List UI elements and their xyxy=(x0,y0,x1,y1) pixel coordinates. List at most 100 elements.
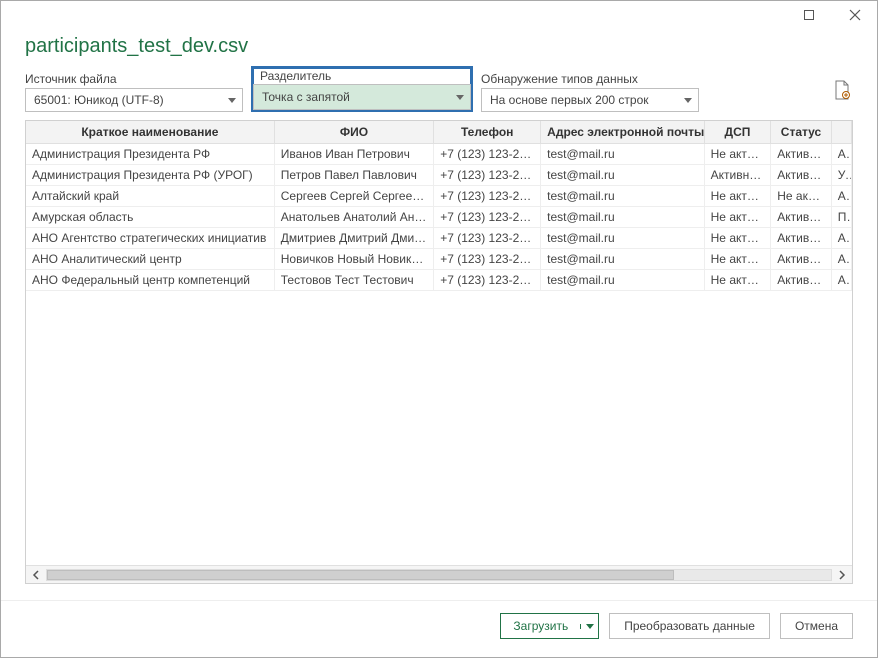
col-header-mail[interactable]: Адрес электронной почты xyxy=(541,121,704,144)
cell-extra: Уп xyxy=(831,165,851,186)
chevron-down-icon xyxy=(586,624,594,629)
cell-fio: Иванов Иван Петрович xyxy=(274,144,433,165)
delimiter-highlight: Разделитель Точка с запятой xyxy=(251,66,473,112)
cell-status: Активный xyxy=(771,144,832,165)
table-row[interactable]: Администрация Президента РФИванов Иван П… xyxy=(26,144,852,165)
cell-dsp: Не активен xyxy=(704,249,771,270)
cell-extra: Пр xyxy=(831,207,851,228)
source-label: Источник файла xyxy=(25,72,243,86)
chevron-down-icon xyxy=(228,98,236,103)
titlebar xyxy=(1,1,877,29)
cell-status: Активный xyxy=(771,228,832,249)
cell-extra: АН xyxy=(831,228,851,249)
scroll-thumb[interactable] xyxy=(47,570,674,580)
source-block: Источник файла 65001: Юникод (UTF-8) xyxy=(25,72,243,112)
dialog-window: participants_test_dev.csv Источник файла… xyxy=(0,0,878,658)
cell-fio: Тестовов Тест Тестович xyxy=(274,270,433,291)
chevron-down-icon xyxy=(456,95,464,100)
cell-tel: +7 (123) 123-23-23 xyxy=(434,270,541,291)
detect-combo[interactable]: На основе первых 200 строк xyxy=(481,88,699,112)
cell-tel: +7 (123) 123-23-23 xyxy=(434,207,541,228)
document-settings-button[interactable] xyxy=(833,80,853,102)
cell-mail: test@mail.ru xyxy=(541,186,704,207)
cell-status: Активный xyxy=(771,207,832,228)
delimiter-label: Разделитель xyxy=(254,69,470,84)
cell-status: Активный xyxy=(771,249,832,270)
delimiter-combo[interactable]: Точка с запятой xyxy=(253,84,471,110)
load-button[interactable]: Загрузить xyxy=(500,613,599,639)
preview-table: Краткое наименование ФИО Телефон Адрес э… xyxy=(26,121,852,291)
maximize-button[interactable] xyxy=(795,5,823,25)
cell-name: АНО Федеральный центр компетенций xyxy=(26,270,274,291)
cell-mail: test@mail.ru xyxy=(541,207,704,228)
cell-dsp: Активный xyxy=(704,165,771,186)
horizontal-scrollbar[interactable] xyxy=(26,565,852,583)
cell-dsp: Не активен xyxy=(704,207,771,228)
chevron-down-icon xyxy=(684,98,692,103)
load-button-dropdown[interactable] xyxy=(580,624,598,629)
close-button[interactable] xyxy=(841,5,869,25)
cell-tel: +7 (123) 123-23-23 xyxy=(434,186,541,207)
document-icon xyxy=(833,80,851,100)
cell-dsp: Не активен xyxy=(704,270,771,291)
table-row[interactable]: Администрация Президента РФ (УРОГ)Петров… xyxy=(26,165,852,186)
detect-block: Обнаружение типов данных На основе первы… xyxy=(481,72,699,112)
source-value: 65001: Юникод (UTF-8) xyxy=(34,93,164,107)
cell-name: Амурская область xyxy=(26,207,274,228)
table-row[interactable]: Амурская областьАнатольев Анатолий Анато… xyxy=(26,207,852,228)
cell-extra: АН xyxy=(831,270,851,291)
maximize-icon xyxy=(803,9,815,21)
table-row[interactable]: Алтайский крайСергеев Сергей Сергеевич+7… xyxy=(26,186,852,207)
cell-tel: +7 (123) 123-23-23 xyxy=(434,249,541,270)
load-button-label: Загрузить xyxy=(501,619,580,633)
cell-name: АНО Аналитический центр xyxy=(26,249,274,270)
table-row[interactable]: АНО Аналитический центрНовичков Новый Но… xyxy=(26,249,852,270)
cell-extra: АН xyxy=(831,249,851,270)
col-header-fio[interactable]: ФИО xyxy=(274,121,433,144)
preview-table-wrap: Краткое наименование ФИО Телефон Адрес э… xyxy=(25,120,853,584)
cell-tel: +7 (123) 123-23-23 xyxy=(434,144,541,165)
transform-button-label: Преобразовать данные xyxy=(624,619,755,633)
close-icon xyxy=(849,9,861,21)
cell-extra: Ад xyxy=(831,186,851,207)
cell-extra: Ад xyxy=(831,144,851,165)
cancel-button[interactable]: Отмена xyxy=(780,613,853,639)
col-header-extra[interactable] xyxy=(831,121,851,144)
cell-status: Активный xyxy=(771,165,832,186)
cell-tel: +7 (123) 123-23-24 xyxy=(434,165,541,186)
detect-value: На основе первых 200 строк xyxy=(490,93,649,107)
scroll-track[interactable] xyxy=(46,569,832,581)
cell-name: АНО Агентство стратегических инициатив xyxy=(26,228,274,249)
cell-mail: test@mail.ru xyxy=(541,228,704,249)
detect-label: Обнаружение типов данных xyxy=(481,72,699,86)
cell-fio: Новичков Новый Новикович xyxy=(274,249,433,270)
controls-row: Источник файла 65001: Юникод (UTF-8) Раз… xyxy=(25,72,853,112)
cell-mail: test@mail.ru xyxy=(541,144,704,165)
dialog-footer: Загрузить Преобразовать данные Отмена xyxy=(1,600,877,657)
col-header-tel[interactable]: Телефон xyxy=(434,121,541,144)
cell-fio: Сергеев Сергей Сергеевич xyxy=(274,186,433,207)
scroll-right-icon[interactable] xyxy=(834,568,850,582)
transform-button[interactable]: Преобразовать данные xyxy=(609,613,770,639)
cell-dsp: Не активен xyxy=(704,144,771,165)
scroll-left-icon[interactable] xyxy=(28,568,44,582)
table-row[interactable]: АНО Федеральный центр компетенцийТестово… xyxy=(26,270,852,291)
col-header-status[interactable]: Статус xyxy=(771,121,832,144)
cell-fio: Дмитриев Дмитрий Дмитриевич xyxy=(274,228,433,249)
cell-dsp: Не активен xyxy=(704,186,771,207)
cell-mail: test@mail.ru xyxy=(541,249,704,270)
cancel-button-label: Отмена xyxy=(795,619,838,633)
cell-tel: +7 (123) 123-23-23 xyxy=(434,228,541,249)
cell-name: Администрация Президента РФ xyxy=(26,144,274,165)
cell-mail: test@mail.ru xyxy=(541,165,704,186)
cell-status: Не активен xyxy=(771,186,832,207)
delimiter-value: Точка с запятой xyxy=(262,90,350,104)
cell-fio: Анатольев Анатолий Анатольевич xyxy=(274,207,433,228)
cell-name: Алтайский край xyxy=(26,186,274,207)
cell-mail: test@mail.ru xyxy=(541,270,704,291)
col-header-dsp[interactable]: ДСП xyxy=(704,121,771,144)
col-header-name[interactable]: Краткое наименование xyxy=(26,121,274,144)
table-row[interactable]: АНО Агентство стратегических инициативДм… xyxy=(26,228,852,249)
cell-status: Активный xyxy=(771,270,832,291)
source-combo[interactable]: 65001: Юникод (UTF-8) xyxy=(25,88,243,112)
